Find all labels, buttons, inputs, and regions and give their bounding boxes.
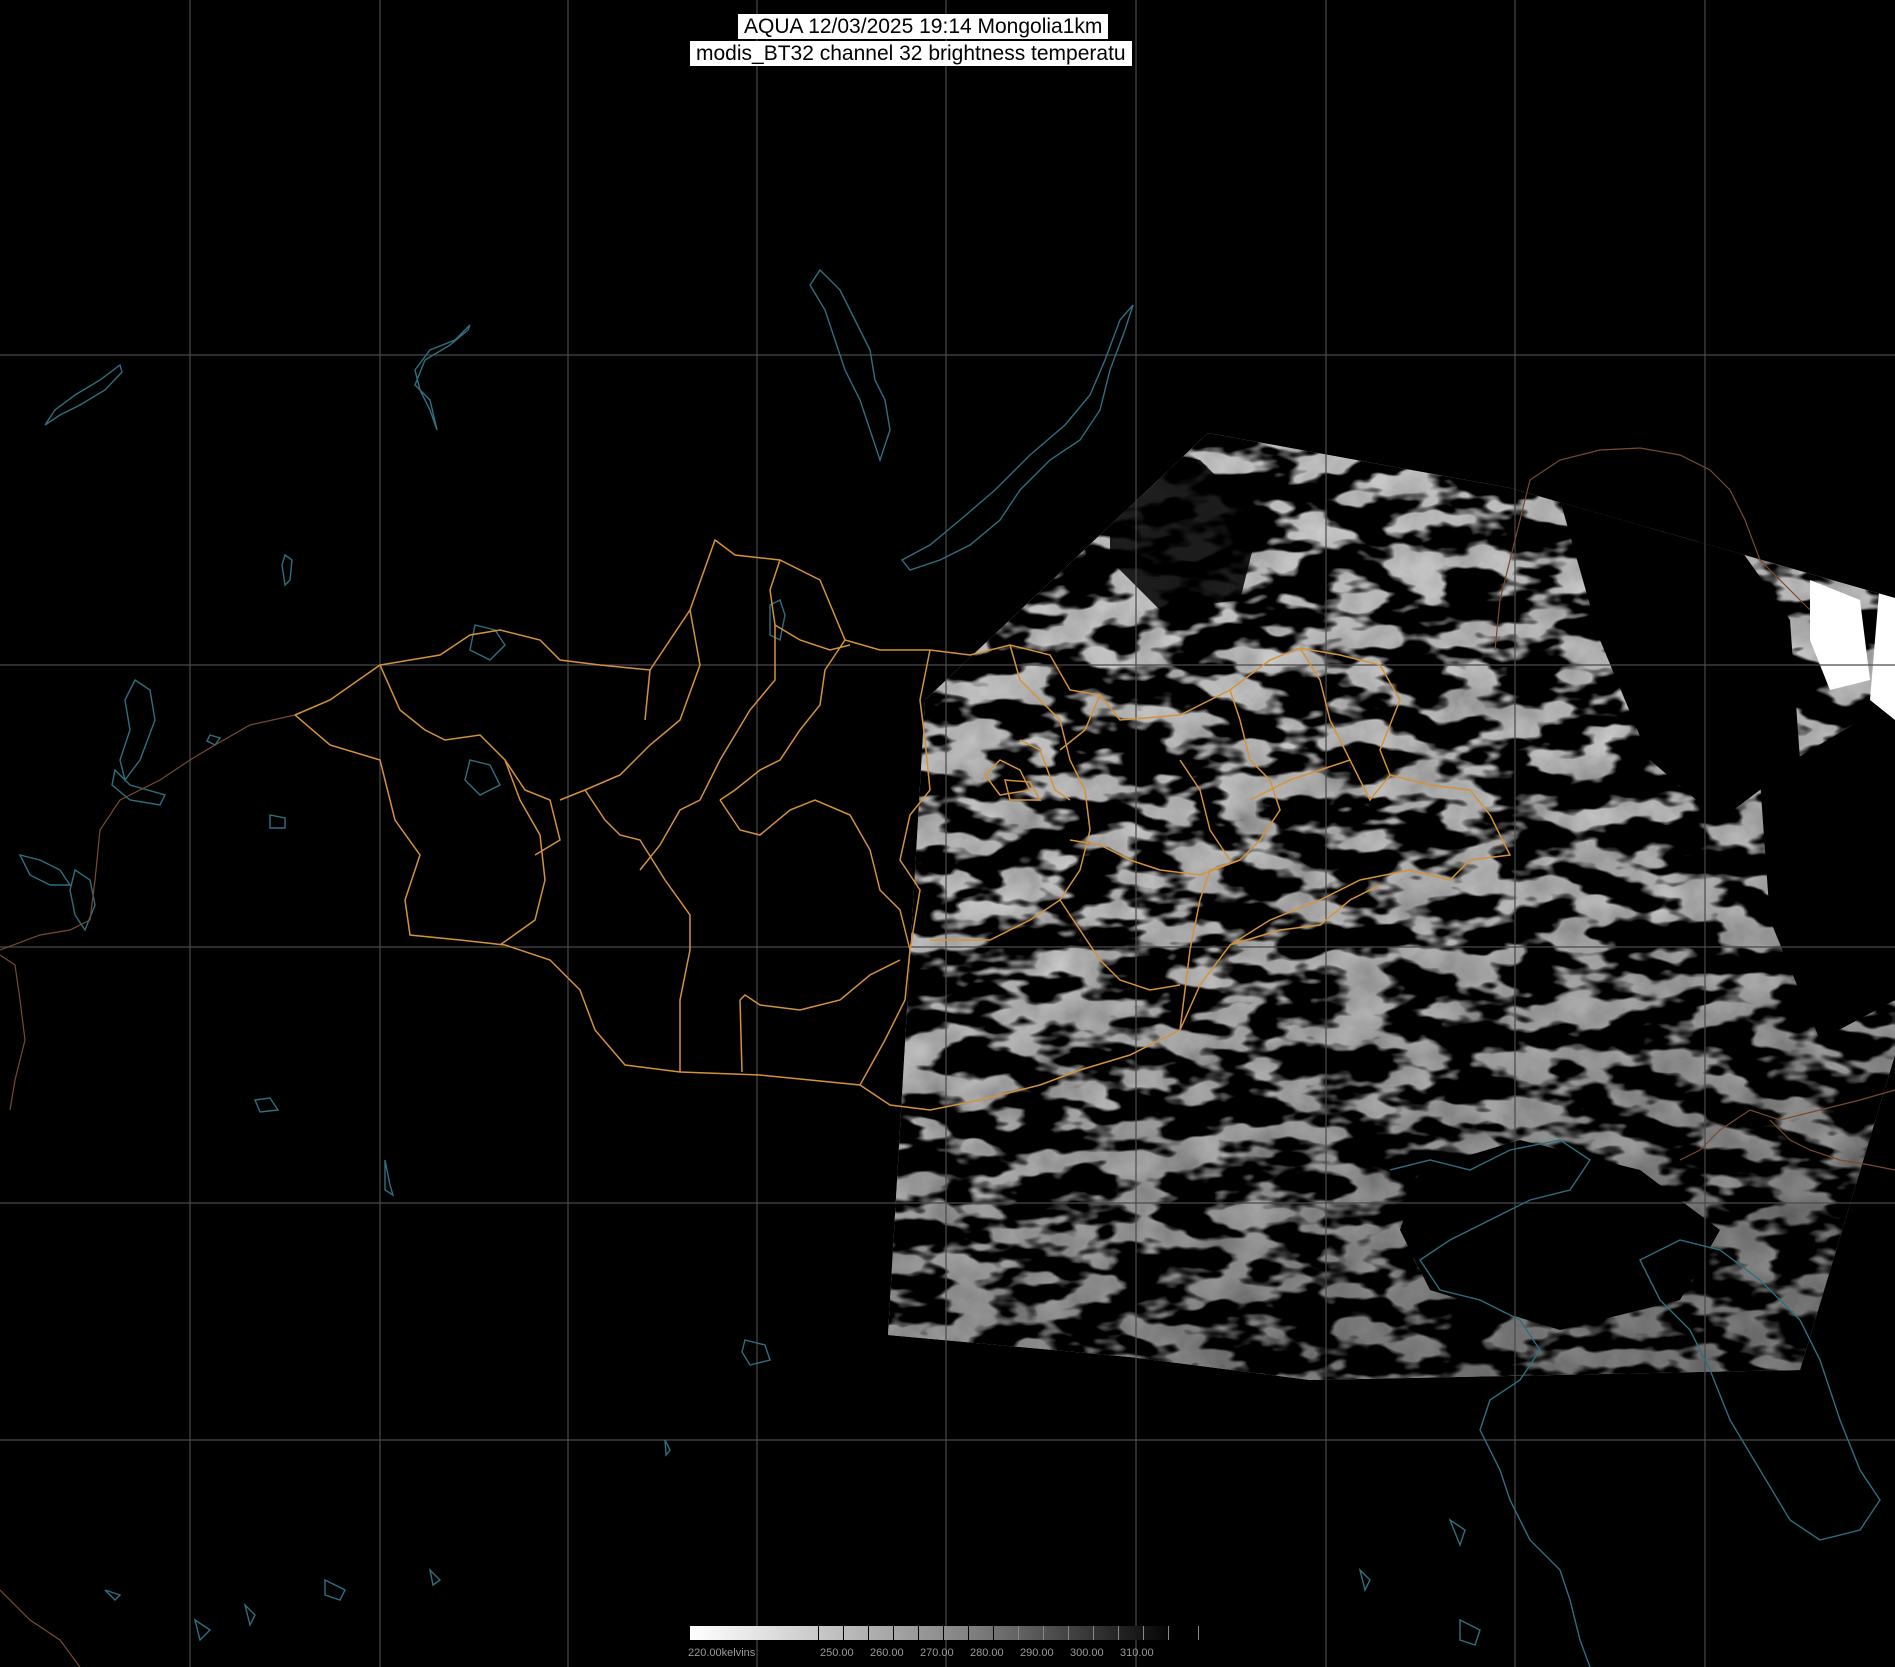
colorbar-label-7: 310.00 [1120,1647,1154,1659]
colorbar-label-3: 270.00 [920,1647,954,1659]
satellite-swath [888,433,1895,1380]
colorbar: 220.00kelvins 250.00 260.00 270.00 280.0… [688,1626,1202,1659]
colorbar-label-6: 300.00 [1070,1647,1104,1659]
colorbar-gradient [690,1626,1202,1640]
colorbar-label-4: 280.00 [970,1647,1004,1659]
colorbar-label-5: 290.00 [1020,1647,1054,1659]
colorbar-label-2: 260.00 [870,1647,904,1659]
title-line-1: AQUA 12/03/2025 19:14 Mongolia1km [738,14,1109,39]
colorbar-label-0: 220.00kelvins [688,1647,756,1659]
colorbar-label-1: 250.00 [820,1647,854,1659]
satellite-map [0,0,1895,1667]
title-line-2: modis_BT32 channel 32 brightness tempera… [690,41,1132,66]
